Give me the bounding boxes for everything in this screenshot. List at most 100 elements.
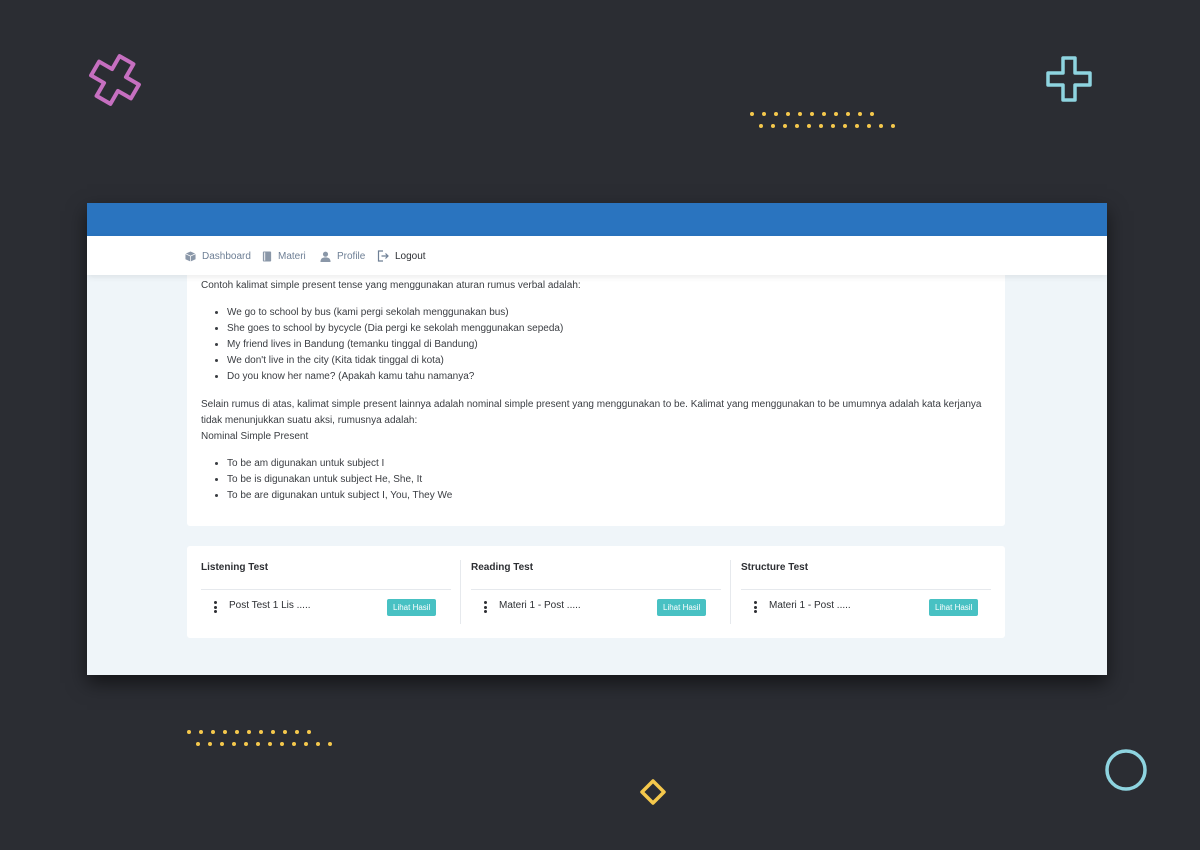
dot xyxy=(774,112,778,116)
dot xyxy=(232,742,236,746)
list-item: To be is digunakan untuk subject He, She… xyxy=(227,472,452,488)
dot xyxy=(879,124,883,128)
reading-test-column: Reading Test Materi 1 - Post ..... Lihat… xyxy=(471,560,721,624)
dot xyxy=(292,742,296,746)
list-item: Do you know her name? (Apakah kamu tahu … xyxy=(227,369,563,385)
dot xyxy=(819,124,823,128)
dot xyxy=(786,112,790,116)
test-item-name: Materi 1 - Post ..... xyxy=(769,600,851,611)
test-row: Materi 1 - Post ..... Lihat Hasil xyxy=(741,596,991,618)
test-row: Post Test 1 Lis ..... Lihat Hasil xyxy=(201,596,451,618)
intro-text: Contoh kalimat simple present tense yang… xyxy=(201,280,581,291)
dot xyxy=(196,742,200,746)
dot xyxy=(208,742,212,746)
test-title: Structure Test xyxy=(741,562,809,573)
lihat-hasil-button[interactable]: Lihat Hasil xyxy=(929,599,979,616)
navbar: Dashboard Materi Profile Logout xyxy=(87,236,1107,275)
yellow-diamond-decoration xyxy=(640,779,666,805)
dot xyxy=(771,124,775,128)
dot xyxy=(187,730,191,734)
logout-icon xyxy=(377,250,389,262)
dot xyxy=(328,742,332,746)
dot xyxy=(810,112,814,116)
tests-card: Listening Test Post Test 1 Lis ..... Lih… xyxy=(187,546,1005,638)
test-title: Reading Test xyxy=(471,562,534,573)
dot xyxy=(870,112,874,116)
dot xyxy=(304,742,308,746)
pink-cross-decoration xyxy=(89,54,141,106)
nav-dashboard[interactable]: Dashboard xyxy=(185,248,251,264)
nav-materi-label: Materi xyxy=(278,250,306,262)
yellow-dots-decoration xyxy=(187,730,332,750)
dot xyxy=(798,112,802,116)
dot xyxy=(831,124,835,128)
kebab-menu-icon[interactable] xyxy=(484,601,487,613)
nav-profile[interactable]: Profile xyxy=(320,248,365,264)
yellow-dots-decoration xyxy=(750,112,895,132)
dot xyxy=(759,124,763,128)
book-icon xyxy=(262,250,272,262)
box-icon xyxy=(185,250,196,262)
top-bar xyxy=(87,203,1107,236)
dot xyxy=(307,730,311,734)
nav-profile-label: Profile xyxy=(337,250,366,262)
cyan-cross-decoration xyxy=(1046,56,1092,102)
nav-dashboard-label: Dashboard xyxy=(202,250,251,262)
nominal-title: Nominal Simple Present xyxy=(201,431,309,442)
nav-logout[interactable]: Logout xyxy=(377,248,426,264)
nav-materi[interactable]: Materi xyxy=(262,248,306,264)
list-item: To be am digunakan untuk subject I xyxy=(227,456,452,472)
dot xyxy=(247,730,251,734)
divider xyxy=(201,589,451,590)
list-item: We go to school by bus (kami pergi sekol… xyxy=(227,305,563,321)
dot xyxy=(220,742,224,746)
kebab-menu-icon[interactable] xyxy=(214,601,217,613)
examples-list: We go to school by bus (kami pergi sekol… xyxy=(201,305,563,385)
test-title: Listening Test xyxy=(201,562,269,573)
dot xyxy=(807,124,811,128)
nav-logout-label: Logout xyxy=(395,250,426,262)
dot xyxy=(891,124,895,128)
dot xyxy=(762,112,766,116)
list-item: To be are digunakan untuk subject I, You… xyxy=(227,488,452,504)
test-row: Materi 1 - Post ..... Lihat Hasil xyxy=(471,596,721,618)
dot xyxy=(834,112,838,116)
dot xyxy=(750,112,754,116)
dot xyxy=(199,730,203,734)
dot xyxy=(280,742,284,746)
app-window: Dashboard Materi Profile Logout Contoh k… xyxy=(87,203,1107,675)
to-be-list: To be am digunakan untuk subject I To be… xyxy=(201,456,452,504)
dot xyxy=(211,730,215,734)
list-item: My friend lives in Bandung (temanku ting… xyxy=(227,337,563,353)
structure-test-column: Structure Test Materi 1 - Post ..... Lih… xyxy=(741,560,991,624)
list-item: We don't live in the city (Kita tidak ti… xyxy=(227,353,563,369)
column-divider xyxy=(460,560,461,624)
paragraph-2: Selain rumus di atas, kalimat simple pre… xyxy=(201,397,993,445)
dot xyxy=(223,730,227,734)
dot xyxy=(855,124,859,128)
divider xyxy=(741,589,991,590)
dot xyxy=(867,124,871,128)
column-divider xyxy=(730,560,731,624)
dot xyxy=(858,112,862,116)
listening-test-column: Listening Test Post Test 1 Lis ..... Lih… xyxy=(201,560,451,624)
dot xyxy=(795,124,799,128)
lihat-hasil-button[interactable]: Lihat Hasil xyxy=(387,599,437,616)
dot xyxy=(783,124,787,128)
dot xyxy=(235,730,239,734)
dot xyxy=(283,730,287,734)
dot xyxy=(316,742,320,746)
kebab-menu-icon[interactable] xyxy=(754,601,757,613)
dot xyxy=(268,742,272,746)
lihat-hasil-button[interactable]: Lihat Hasil xyxy=(657,599,707,616)
list-item: She goes to school by bycycle (Dia pergi… xyxy=(227,321,563,337)
material-content-card: Contoh kalimat simple present tense yang… xyxy=(187,269,1005,526)
test-item-name: Materi 1 - Post ..... xyxy=(499,600,581,611)
dot xyxy=(244,742,248,746)
dot xyxy=(271,730,275,734)
paragraph-2-text: Selain rumus di atas, kalimat simple pre… xyxy=(201,399,982,426)
dot xyxy=(295,730,299,734)
cyan-circle-decoration xyxy=(1105,749,1147,791)
dot xyxy=(822,112,826,116)
test-item-name: Post Test 1 Lis ..... xyxy=(229,600,311,611)
